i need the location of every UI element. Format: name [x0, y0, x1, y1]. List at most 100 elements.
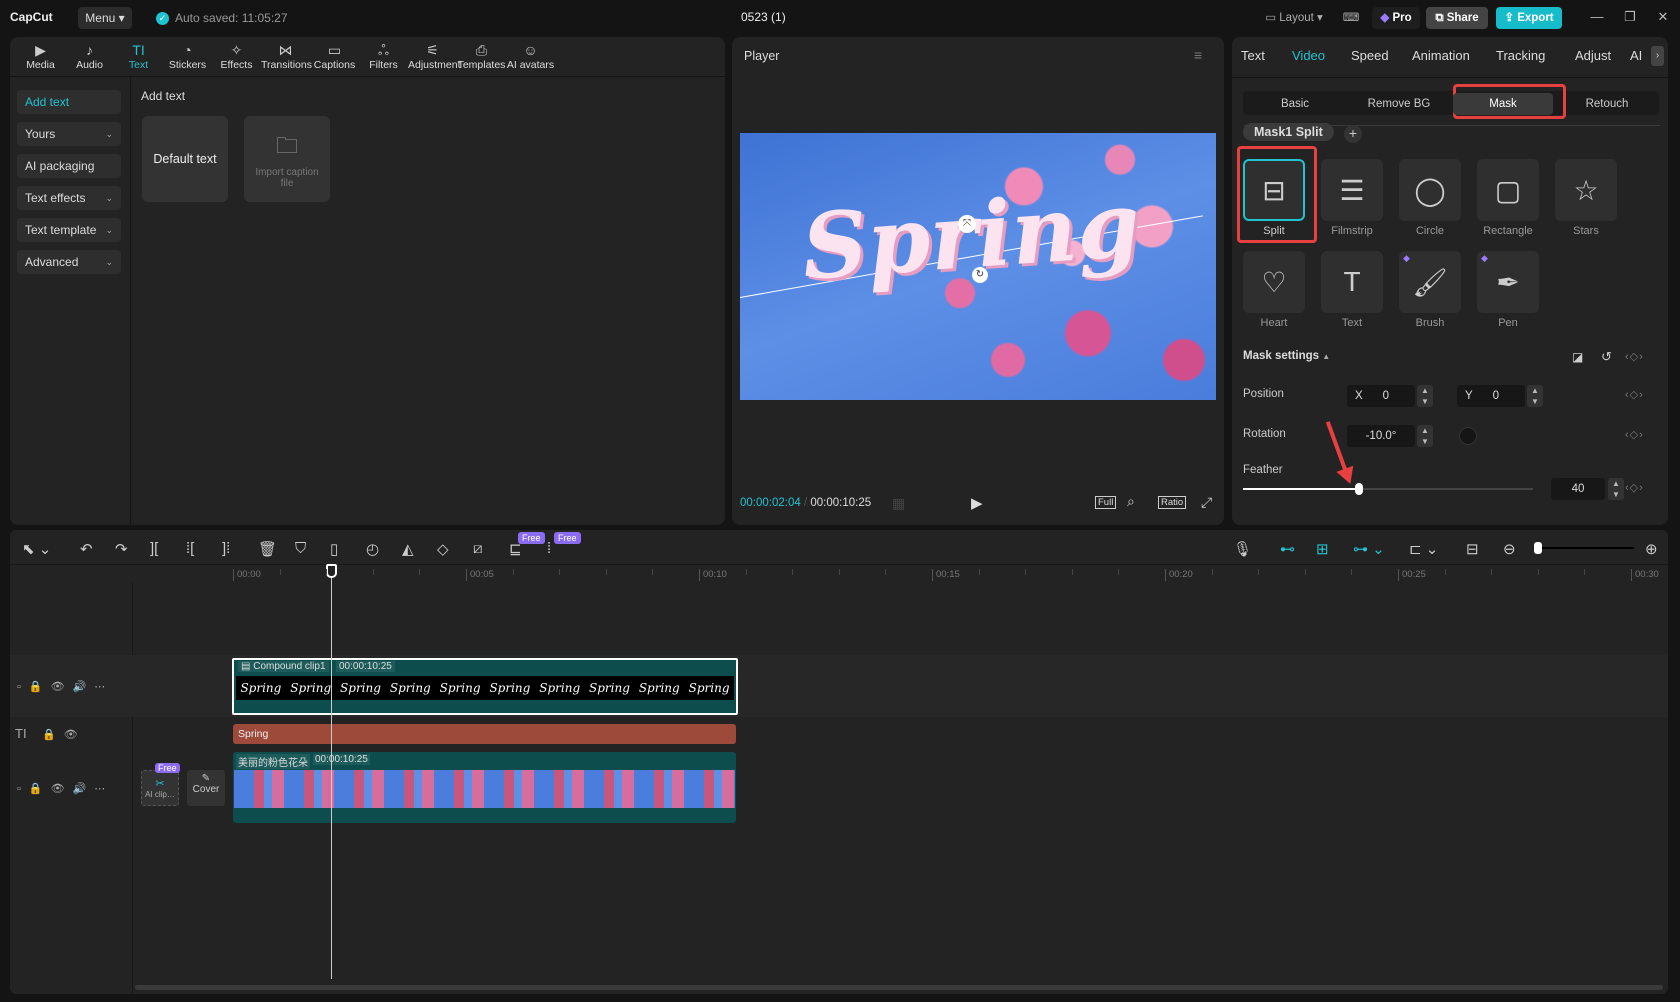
- play-button[interactable]: ▶: [971, 494, 983, 512]
- close-icon[interactable]: ✕: [1656, 9, 1670, 25]
- marker-icon[interactable]: ⛉: [295, 540, 306, 557]
- add-mask-icon[interactable]: +: [1344, 125, 1362, 143]
- rotation-stepper[interactable]: ▲ ▼: [1417, 425, 1433, 447]
- redo-icon[interactable]: ↷: [115, 540, 128, 558]
- mask-text[interactable]: T: [1321, 251, 1383, 313]
- import-caption-card[interactable]: 🗀 Import caption file: [244, 116, 330, 202]
- rotate-icon[interactable]: ◇: [437, 540, 449, 558]
- mask-rectangle[interactable]: ▢: [1477, 159, 1539, 221]
- tabs-next-icon[interactable]: ›: [1651, 46, 1664, 66]
- maximize-icon[interactable]: ❐: [1623, 9, 1637, 25]
- nav-text-template[interactable]: Text template ⌄: [17, 218, 121, 242]
- position-y-input[interactable]: Y0: [1457, 385, 1525, 407]
- mask-circle[interactable]: ◯: [1399, 159, 1461, 221]
- x-stepper[interactable]: ▲ ▼: [1417, 385, 1433, 407]
- tab-ai[interactable]: AI: [1630, 48, 1642, 63]
- split-icon[interactable]: ][: [150, 540, 158, 557]
- subtab-basic[interactable]: Basic: [1245, 93, 1345, 115]
- tab-speed[interactable]: Speed: [1351, 48, 1389, 63]
- y-stepper[interactable]: ▲ ▼: [1527, 385, 1543, 407]
- nav-text-effects[interactable]: Text effects ⌄: [17, 186, 121, 210]
- position-x-input[interactable]: X0: [1347, 385, 1415, 407]
- rotation-input[interactable]: -10.0°: [1347, 425, 1415, 447]
- horizontal-scrollbar[interactable]: [135, 985, 1663, 990]
- full-button[interactable]: Full: [1095, 496, 1117, 509]
- keyframe-icon[interactable]: ‹◇›: [1625, 388, 1644, 401]
- compound-clip[interactable]: ▤ Compound clip1 00:00:10:25 Spring Sprin…: [232, 658, 738, 715]
- menu-button[interactable]: Menu ▾: [78, 7, 132, 29]
- track-controls[interactable]: ▫🔒👁🔊⋯: [17, 680, 113, 693]
- subtab-remove-bg[interactable]: Remove BG: [1349, 93, 1449, 115]
- tool-templates[interactable]: ⎙ Templates: [457, 37, 506, 76]
- tool-filters[interactable]: ஃ Filters: [359, 37, 408, 76]
- default-text-card[interactable]: Default text: [142, 116, 228, 202]
- export-button[interactable]: ⇪ Export: [1496, 7, 1562, 29]
- mask-stars[interactable]: ☆: [1555, 159, 1617, 221]
- tool-text[interactable]: TI Text: [114, 37, 163, 76]
- pro-button[interactable]: ◆ Pro: [1372, 7, 1420, 29]
- nav-advanced[interactable]: Advanced ⌄: [17, 250, 121, 274]
- mask-pen[interactable]: ✒ ◆: [1477, 251, 1539, 313]
- tool-captions[interactable]: ▭ Captions: [310, 37, 359, 76]
- ratio-button[interactable]: Ratio: [1158, 496, 1187, 509]
- link-main-icon[interactable]: ⊷: [1280, 540, 1295, 558]
- tool-transitions[interactable]: ⋈ Transitions: [261, 37, 312, 76]
- reset-icon[interactable]: ↺: [1601, 349, 1612, 365]
- tab-text[interactable]: Text: [1241, 48, 1265, 63]
- timeline-zoom-slider[interactable]: [1534, 542, 1634, 554]
- feather-handle-icon[interactable]: ⤧: [958, 215, 976, 233]
- feather-stepper[interactable]: ▲ ▼: [1608, 478, 1624, 500]
- rotation-dial[interactable]: [1459, 427, 1477, 445]
- track-controls[interactable]: 🔒👁: [42, 728, 86, 741]
- track-controls[interactable]: ▫🔒👁🔊⋯: [17, 782, 113, 795]
- mask-heart[interactable]: ♡: [1243, 251, 1305, 313]
- auto-caption-icon[interactable]: ⊑: [509, 540, 522, 558]
- mask-chip[interactable]: Mask1 Split: [1243, 123, 1334, 141]
- ai-clip-button[interactable]: ✂ AI clip…: [141, 770, 179, 806]
- split-scene-icon[interactable]: ⁞: [547, 540, 551, 557]
- split-left-icon[interactable]: ⁞[: [186, 540, 194, 557]
- zoom-fit-icon[interactable]: ⌕: [1127, 493, 1135, 510]
- text-clip[interactable]: Spring: [233, 724, 736, 744]
- tab-video[interactable]: Video: [1292, 48, 1325, 63]
- crop-icon[interactable]: ⧄: [473, 540, 483, 557]
- split-right-icon[interactable]: ]⁞: [222, 540, 230, 557]
- nav-yours[interactable]: Yours ⌄: [17, 122, 121, 146]
- reverse-icon[interactable]: ◴: [366, 540, 379, 558]
- undo-icon[interactable]: ↶: [80, 540, 93, 558]
- mask-settings-title[interactable]: Mask settings ▲: [1243, 350, 1330, 362]
- tab-animation[interactable]: Animation: [1412, 48, 1470, 63]
- tool-media[interactable]: ▶ Media: [16, 37, 65, 76]
- invert-mask-icon[interactable]: ◪: [1572, 350, 1583, 364]
- feather-input[interactable]: 40: [1551, 478, 1605, 500]
- video-clip[interactable]: 美丽的粉色花朵 00:00:10:25: [233, 752, 736, 823]
- tool-stickers[interactable]: ◔ Stickers: [163, 37, 212, 76]
- freeze-icon[interactable]: ▯: [330, 540, 338, 558]
- nav-ai-packaging[interactable]: AI packaging: [17, 154, 121, 178]
- select-icon[interactable]: ⬉ ⌄: [22, 540, 51, 558]
- preview-axis-icon[interactable]: ⊏ ⌄: [1409, 540, 1438, 558]
- fullscreen-icon[interactable]: ⤢: [1201, 494, 1212, 511]
- link-icon[interactable]: ⊶ ⌄: [1353, 540, 1385, 558]
- tab-adjust[interactable]: Adjust: [1575, 48, 1611, 63]
- rotate-handle-icon[interactable]: ↻: [972, 267, 988, 283]
- tool-audio[interactable]: ♪ Audio: [65, 37, 114, 76]
- zoom-in-icon[interactable]: ⊕: [1645, 540, 1658, 558]
- feather-slider[interactable]: [1243, 483, 1533, 495]
- zoom-slider-thumb[interactable]: [1534, 542, 1542, 554]
- snap-icon[interactable]: ⊞: [1316, 540, 1329, 558]
- hamburger-icon[interactable]: ≡: [1194, 47, 1202, 63]
- subtab-retouch[interactable]: Retouch: [1557, 93, 1657, 115]
- layout-button[interactable]: ▭ Layout ▾: [1256, 7, 1332, 29]
- mask-brush[interactable]: 🖌 ◆: [1399, 251, 1461, 313]
- shortcuts-icon[interactable]: ⌨: [1340, 7, 1362, 29]
- playhead[interactable]: [326, 564, 337, 979]
- video-preview[interactable]: Spring ⤧ ↻: [740, 133, 1216, 400]
- tab-tracking[interactable]: Tracking: [1496, 48, 1545, 63]
- zoom-out-icon[interactable]: ⊖: [1503, 540, 1516, 558]
- tool-adjustment[interactable]: ⚟ Adjustment: [408, 37, 461, 76]
- mirror-icon[interactable]: ◭: [402, 540, 414, 558]
- keyframe-icon[interactable]: ‹◇›: [1625, 481, 1644, 494]
- tool-effects[interactable]: ✧ Effects: [212, 37, 261, 76]
- share-button[interactable]: ⧉ Share: [1426, 7, 1488, 29]
